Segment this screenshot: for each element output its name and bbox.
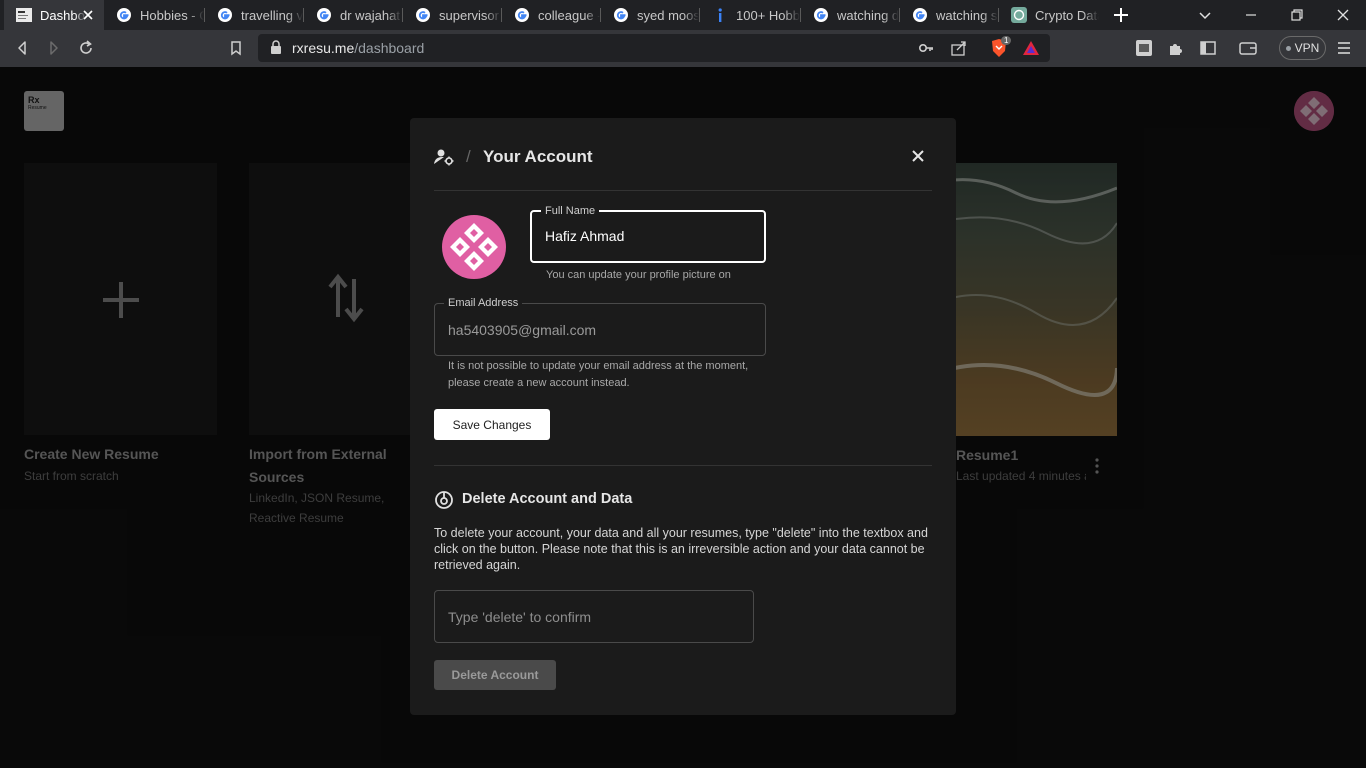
chatgpt-icon <box>1011 7 1027 23</box>
google-icon <box>415 7 431 23</box>
google-icon <box>116 7 132 23</box>
tab-title: syed moosa <box>637 7 699 23</box>
vpn-label: VPN <box>1294 41 1320 55</box>
tab-syed-moosa[interactable]: syed moosa <box>601 0 699 30</box>
email-field[interactable]: Email Address ha5403905@gmail.com <box>434 296 766 356</box>
delete-section-title: Delete Account and Data <box>462 491 633 507</box>
google-icon <box>813 7 829 23</box>
google-icon <box>217 7 233 23</box>
vpn-status-dot <box>1285 45 1291 51</box>
vpn-button[interactable]: VPN <box>1279 36 1326 60</box>
menu-icon[interactable] <box>1334 38 1354 58</box>
full-name-value: Hafiz Ahmad <box>545 228 625 244</box>
profile-picture-hint: You can update your profile picture on <box>546 269 731 281</box>
wallet-icon[interactable] <box>1238 38 1258 58</box>
delete-account-button[interactable]: Delete Account <box>434 660 556 690</box>
tab-watching-sc[interactable]: watching sc <box>900 0 998 30</box>
bookmark-icon[interactable] <box>226 38 246 58</box>
tab-hobbies[interactable]: Hobbies - Google Search <box>104 0 204 30</box>
google-icon <box>514 7 530 23</box>
key-icon[interactable] <box>918 40 934 61</box>
google-icon <box>912 7 928 23</box>
tab-title: dr wajahat m <box>340 7 402 23</box>
reload-icon[interactable] <box>76 38 96 58</box>
tab-title: 100+ Hobbies <box>736 7 800 23</box>
tab-title: watching sc <box>936 7 998 23</box>
account-modal: / Your Account Full Name Hafiz Ahmad You… <box>410 118 956 715</box>
save-changes-button[interactable]: Save Changes <box>434 409 550 440</box>
share-icon[interactable] <box>950 39 968 62</box>
browser-tab-strip: Dashboard Hobbies - Google Search travel… <box>0 0 1366 30</box>
delete-fingerprint-icon <box>434 490 454 515</box>
tab-dr-wajahat[interactable]: dr wajahat m <box>304 0 402 30</box>
sidebar-screenshot-icon[interactable] <box>1134 38 1154 58</box>
tab-100-hobbies[interactable]: 100+ Hobbies <box>700 0 800 30</box>
url-host: rxresu.me <box>292 40 355 56</box>
close-icon[interactable] <box>910 148 926 169</box>
restore-icon[interactable] <box>1287 5 1307 25</box>
tab-title: Crypto Data <box>1035 7 1099 23</box>
tab-title: watching do <box>837 7 899 23</box>
back-icon[interactable] <box>12 38 32 58</box>
email-hint-line2: please create a new account instead. <box>448 377 630 389</box>
google-icon <box>316 7 332 23</box>
header-divider <box>434 190 932 191</box>
full-name-label: Full Name <box>541 204 600 218</box>
breadcrumb-separator: / <box>466 147 471 166</box>
google-icon <box>613 7 629 23</box>
lock-icon[interactable] <box>270 40 282 59</box>
sidebar-toggle-icon[interactable] <box>1198 38 1218 58</box>
email-label: Email Address <box>444 296 523 310</box>
tab-title: travelling vs <box>241 7 303 23</box>
tab-dashboard[interactable]: Dashboard <box>4 0 104 30</box>
new-tab-plus-icon[interactable] <box>1110 4 1132 26</box>
tab-colleague[interactable]: colleague - <box>502 0 600 30</box>
delete-confirm-input[interactable]: Type 'delete' to confirm <box>434 590 754 643</box>
delete-description: To delete your account, your data and al… <box>434 526 928 572</box>
forward-icon[interactable] <box>44 38 64 58</box>
rxresume-favicon <box>16 7 32 23</box>
tab-title: supervisor - <box>439 7 501 23</box>
url-text: rxresu.me/dashboard <box>292 40 424 56</box>
brave-rewards-icon[interactable] <box>1022 40 1040 61</box>
tab-crypto-data[interactable]: Crypto Data <box>999 0 1099 30</box>
tab-watching-do[interactable]: watching do <box>801 0 899 30</box>
email-hint-line1: It is not possible to update your email … <box>448 360 749 372</box>
url-path: /dashboard <box>354 40 425 56</box>
minimize-icon[interactable] <box>1241 5 1261 25</box>
close-window-icon[interactable] <box>1333 5 1353 25</box>
tab-search-chevron-icon[interactable] <box>1195 5 1215 25</box>
profile-avatar[interactable] <box>442 215 506 279</box>
close-tab-icon[interactable] <box>80 7 96 23</box>
full-name-field[interactable]: Full Name Hafiz Ahmad <box>530 204 766 263</box>
tab-supervisor[interactable]: supervisor - <box>403 0 501 30</box>
tab-title: colleague - <box>538 7 600 23</box>
tab-travelling[interactable]: travelling vs <box>205 0 303 30</box>
email-value: ha5403905@gmail.com <box>448 322 597 338</box>
info-icon <box>712 7 728 23</box>
tab-title: Hobbies - Google Search <box>140 7 204 23</box>
extensions-icon[interactable] <box>1166 38 1186 58</box>
user-settings-icon <box>434 148 454 171</box>
delete-confirm-placeholder: Type 'delete' to confirm <box>448 609 592 625</box>
section-divider <box>434 465 932 466</box>
modal-title: Your Account <box>483 147 593 166</box>
